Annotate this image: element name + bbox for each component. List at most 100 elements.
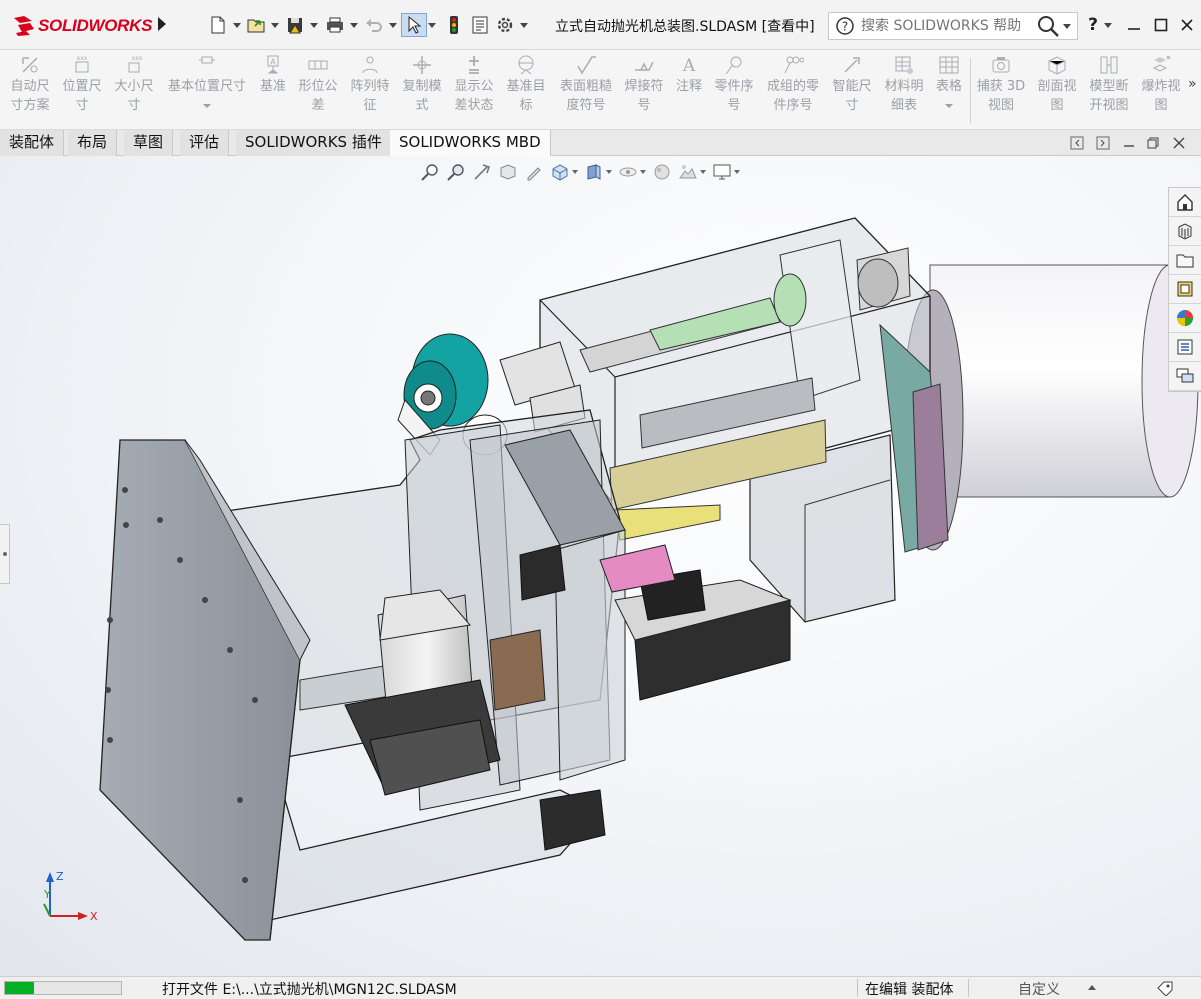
dropdown-arrow-icon[interactable] <box>203 104 211 108</box>
dropdown-arrow-icon[interactable] <box>271 22 279 28</box>
ribbon-balloon[interactable]: 零件序 号 <box>710 54 758 115</box>
ribbon-size-dimension[interactable]: xxx 大小尺 寸 <box>110 54 158 115</box>
search-input[interactable] <box>861 18 1031 34</box>
ribbon-location-dimension[interactable]: xxx 位置尺 寸 <box>58 54 106 115</box>
graphics-area[interactable]: Z Y X <box>0 156 1201 976</box>
tab-sketch[interactable]: 草图 <box>124 130 174 156</box>
ribbon-label: 注释 <box>675 79 702 94</box>
tab-assembly[interactable]: 装配体 <box>0 130 65 156</box>
section-view-toolbar-button[interactable] <box>498 162 518 182</box>
dropdown-arrow-icon[interactable] <box>389 22 397 28</box>
dropdown-arrow-icon[interactable] <box>233 22 241 28</box>
ribbon-exploded-view[interactable]: 爆炸视 图 <box>1136 54 1186 115</box>
dropdown-arrow-icon[interactable] <box>606 170 612 174</box>
options-button[interactable] <box>495 13 528 37</box>
print-button[interactable] <box>325 13 358 37</box>
maximize-button[interactable] <box>1150 14 1172 36</box>
search-icon[interactable] <box>1035 13 1061 39</box>
dropdown-arrow-icon[interactable] <box>700 170 706 174</box>
task-pane-file-explorer[interactable] <box>1169 246 1201 275</box>
ribbon-basic-location-dimension[interactable]: 基本位置尺寸 <box>164 54 250 108</box>
tab-solidworks-addins[interactable]: SOLIDWORKS 插件 <box>236 130 392 156</box>
doc-restore-icon[interactable] <box>1146 136 1160 150</box>
tab-evaluate[interactable]: 评估 <box>180 130 230 156</box>
help-menu-button[interactable]: ? <box>1086 14 1114 36</box>
view-settings-button[interactable] <box>712 162 740 182</box>
units-menu-arrow-icon[interactable] <box>1088 985 1096 990</box>
ribbon-smart-dimension[interactable]: 智能尺 寸 <box>828 54 876 115</box>
display-style-button[interactable] <box>584 162 612 182</box>
doc-minimize-icon[interactable] <box>1122 136 1136 150</box>
pane-next-icon[interactable] <box>1096 136 1110 150</box>
ribbon-model-break-view[interactable]: 模型断 开视图 <box>1084 54 1134 115</box>
svg-text:A: A <box>270 58 276 67</box>
ribbon-auto-dimension-scheme[interactable]: 自动尺 寸方案 <box>6 54 54 115</box>
ribbon-surface-finish[interactable]: 表面粗糙 度符号 <box>556 54 616 115</box>
edit-appearance-button[interactable] <box>652 162 672 182</box>
pane-prev-icon[interactable] <box>1070 136 1084 150</box>
file-properties-button[interactable] <box>470 13 490 37</box>
ribbon-weld-symbol[interactable]: 焊接符 号 <box>620 54 668 115</box>
apply-scene-button[interactable] <box>678 162 706 182</box>
help-search-box[interactable]: ? <box>828 12 1078 40</box>
dropdown-arrow-icon[interactable] <box>734 170 740 174</box>
solidworks-logo[interactable]: SOLIDWORKS <box>12 12 154 40</box>
ribbon-label: 基准目 标 <box>506 79 546 113</box>
ribbon-pattern-feature[interactable]: 阵列特 征 <box>346 54 394 115</box>
ribbon-datum-target[interactable]: 基准目 标 <box>502 54 550 115</box>
ribbon-more-button[interactable]: » <box>1188 76 1197 92</box>
tab-layout[interactable]: 布局 <box>68 130 118 156</box>
task-pane-design-library[interactable] <box>1169 217 1201 246</box>
task-pane-custom-properties[interactable] <box>1169 333 1201 362</box>
ribbon-note[interactable]: A 注释 <box>672 54 706 96</box>
new-document-button[interactable] <box>208 13 241 37</box>
dynamic-annotation-button[interactable] <box>524 162 544 182</box>
ribbon-capture-3d-view[interactable]: 捕获 3D 视图 <box>974 54 1028 115</box>
task-pane-forum[interactable] <box>1169 362 1201 391</box>
save-button[interactable] <box>285 13 318 37</box>
menu-expand-arrow-icon[interactable] <box>158 17 166 31</box>
weld-symbol-icon <box>635 61 654 71</box>
dropdown-arrow-icon[interactable] <box>350 22 358 28</box>
dropdown-arrow-icon[interactable] <box>572 170 578 174</box>
rebuild-button[interactable] <box>444 13 464 37</box>
dropdown-arrow-icon[interactable] <box>310 22 318 28</box>
task-pane-view-palette[interactable] <box>1169 275 1201 304</box>
tab-solidworks-mbd[interactable]: SOLIDWORKS MBD <box>390 130 551 157</box>
dropdown-arrow-icon[interactable] <box>520 22 528 28</box>
view-orientation-button[interactable] <box>550 162 578 182</box>
previous-view-button[interactable] <box>472 162 492 182</box>
minimize-button[interactable] <box>1123 14 1145 36</box>
dropdown-arrow-icon[interactable] <box>1103 22 1112 28</box>
close-button[interactable] <box>1176 14 1198 36</box>
ribbon-geometric-tolerance[interactable]: 形位公 差 <box>294 54 342 115</box>
ribbon-stacked-balloon[interactable]: 成组的零 件序号 <box>762 54 824 115</box>
ribbon-table[interactable]: 表格 <box>932 54 966 108</box>
select-dropdown[interactable] <box>428 13 436 37</box>
task-pane-appearances-scenes[interactable] <box>1169 304 1201 333</box>
ribbon-tolerance-status[interactable]: 显示公 差状态 <box>450 54 498 115</box>
feature-manager-collapse-handle[interactable] <box>0 524 10 584</box>
open-progress-bar <box>4 981 122 995</box>
select-button[interactable] <box>401 13 427 37</box>
tag-icon[interactable] <box>1156 980 1174 996</box>
ribbon-copy-scheme[interactable]: 复制模 式 <box>398 54 446 115</box>
ribbon-datum[interactable]: A 基准 <box>256 54 290 96</box>
dropdown-arrow-icon[interactable] <box>945 104 953 108</box>
help-circle-icon[interactable]: ? <box>835 16 855 36</box>
undo-button[interactable] <box>364 13 397 37</box>
task-pane-solidworks-resources[interactable] <box>1169 188 1201 217</box>
doc-close-icon[interactable] <box>1172 136 1186 150</box>
ribbon-bill-of-materials[interactable]: 材料明 细表 <box>880 54 928 115</box>
dropdown-arrow-icon[interactable] <box>1063 23 1071 29</box>
ribbon-section-view[interactable]: 剖面视 图 <box>1032 54 1082 115</box>
dropdown-arrow-icon[interactable] <box>640 170 646 174</box>
assembly-model-render[interactable] <box>0 156 1201 976</box>
zoom-to-area-button[interactable] <box>446 162 466 182</box>
status-units[interactable]: 自定义 <box>1018 979 1060 999</box>
hide-show-items-button[interactable] <box>618 162 646 182</box>
zoom-to-fit-button[interactable] <box>420 162 440 182</box>
dropdown-arrow-icon[interactable] <box>428 22 436 28</box>
open-button[interactable] <box>246 13 279 37</box>
close-icon <box>1181 19 1193 31</box>
